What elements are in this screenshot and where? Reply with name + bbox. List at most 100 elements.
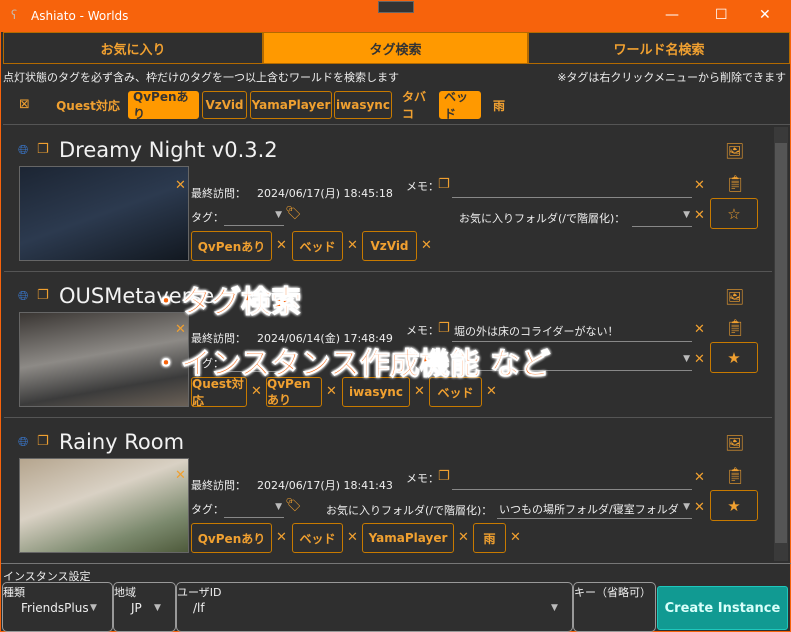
gallery-icon[interactable]: 🖼︎	[725, 142, 744, 160]
user-id-select[interactable]: ユーザID /lf ▼	[176, 582, 573, 632]
world-card: 🌐︎ ❐ Rainy Room ✕ 最終訪問： 2024/06/17(月) 18…	[4, 418, 772, 564]
clear-folder-icon[interactable]: ✕	[694, 352, 705, 367]
divider	[1, 563, 791, 564]
tab-world-name-search[interactable]: ワールド名検索	[528, 32, 790, 64]
remove-thumbnail-icon[interactable]: ✕	[175, 178, 186, 193]
copy-memo-icon[interactable]: ❐	[438, 469, 450, 484]
remove-tag-icon[interactable]: ✕	[326, 384, 337, 399]
remove-tag-icon[interactable]: ✕	[510, 530, 521, 545]
window-title: Ashiato - Worlds	[31, 9, 129, 23]
filter-tag[interactable]: VzVid	[202, 91, 247, 119]
favorite-button[interactable]: ☆	[710, 198, 758, 229]
close-button[interactable]: ✕	[759, 7, 771, 23]
remove-tag-icon[interactable]: ✕	[276, 238, 287, 253]
world-name: Rainy Room	[59, 430, 185, 454]
clear-folder-icon[interactable]: ✕	[694, 500, 705, 515]
scrollbar-thumb[interactable]	[775, 143, 787, 543]
filter-tag[interactable]: ベッド	[439, 90, 481, 121]
last-visit-value: 2024/06/17(月) 18:45:18	[257, 187, 393, 200]
world-thumbnail[interactable]	[19, 458, 189, 553]
fav-folder-dropdown[interactable]: ▼	[632, 206, 692, 227]
paste-icon[interactable]: 📋︎	[725, 318, 745, 337]
last-visit-value: 2024/06/17(月) 18:41:43	[257, 479, 393, 492]
filter-tag[interactable]: 雨	[485, 91, 513, 119]
world-thumbnail[interactable]	[19, 166, 189, 261]
globe-icon[interactable]: 🌐︎	[18, 143, 28, 158]
divider	[3, 124, 790, 125]
overlay-caption: ・インスタンス作成機能 など	[150, 347, 551, 383]
tag-dropdown[interactable]: ▼	[224, 206, 284, 226]
memo-label: メモ：	[406, 472, 439, 485]
filter-tag[interactable]: タバコ	[397, 90, 439, 121]
search-hint: 点灯状態のタグを必ず含み、枠だけのタグを一つ以上含むワールドを検索します	[3, 71, 399, 84]
app-icon: ʕ	[11, 8, 18, 22]
globe-icon[interactable]: 🌐︎	[18, 435, 28, 450]
remove-tag-icon[interactable]: ✕	[276, 530, 287, 545]
remove-tag-icon[interactable]: ✕	[347, 238, 358, 253]
remove-tag-icon[interactable]: ✕	[251, 384, 262, 399]
key-input[interactable]: キー（省略可）	[573, 582, 656, 632]
remove-tag-icon[interactable]: ✕	[421, 238, 432, 253]
scrollbar[interactable]	[774, 127, 788, 561]
overlay-caption: ・タグ検索	[151, 285, 302, 321]
world-tag[interactable]: QvPenあり	[191, 523, 272, 553]
gallery-icon[interactable]: 🖼︎	[725, 434, 744, 452]
paste-icon[interactable]: 📋︎	[725, 174, 745, 193]
copy-icon[interactable]: ❐	[37, 434, 49, 449]
copy-memo-icon[interactable]: ❐	[438, 177, 450, 192]
memo-label: メモ：	[406, 324, 439, 337]
world-tag[interactable]: 雨	[473, 523, 506, 553]
globe-icon[interactable]: 🌐︎	[18, 289, 28, 304]
world-tag[interactable]: ベッド	[292, 523, 343, 553]
instance-type-select[interactable]: 種類 FriendsPlus ▼	[2, 582, 113, 632]
favorite-button[interactable]: ★	[710, 342, 758, 373]
filter-tag[interactable]: Quest対応	[51, 91, 125, 119]
remove-thumbnail-icon[interactable]: ✕	[175, 468, 186, 483]
filter-tag[interactable]: iwasync	[334, 91, 392, 119]
clear-filter-icon[interactable]: ⊠	[19, 97, 30, 112]
add-tag-icon[interactable]: 🏷︎	[285, 206, 302, 221]
world-card: 🌐︎ ❐ Dreamy Night v0.3.2 ✕ 最終訪問： 2024/06…	[4, 126, 772, 272]
filter-tag[interactable]: YamaPlayer	[250, 91, 332, 119]
delete-hint: ※タグは右クリックメニューから削除できます	[557, 71, 786, 84]
memo-input[interactable]	[452, 468, 692, 490]
add-tag-icon[interactable]: 🏷︎	[285, 498, 302, 513]
copy-icon[interactable]: ❐	[37, 142, 49, 157]
world-tag[interactable]: QvPenあり	[191, 231, 272, 261]
world-tag[interactable]: YamaPlayer	[362, 523, 454, 553]
memo-input[interactable]	[452, 176, 692, 198]
filter-tag[interactable]: QvPenあり	[128, 90, 199, 121]
drag-handle[interactable]	[378, 1, 414, 13]
create-instance-button[interactable]: Create Instance	[657, 586, 788, 630]
world-tag[interactable]: ベッド	[292, 231, 343, 261]
clear-memo-icon[interactable]: ✕	[694, 178, 705, 193]
last-visit-label: 最終訪問：	[191, 479, 246, 492]
remove-thumbnail-icon[interactable]: ✕	[175, 322, 186, 337]
fav-folder-dropdown[interactable]: いつもの場所フォルダ/寝室フォルダ ▼	[497, 498, 692, 519]
remove-tag-icon[interactable]: ✕	[486, 384, 497, 399]
world-name: Dreamy Night v0.3.2	[59, 138, 278, 162]
clear-memo-icon[interactable]: ✕	[694, 470, 705, 485]
copy-icon[interactable]: ❐	[37, 288, 49, 303]
remove-tag-icon[interactable]: ✕	[347, 530, 358, 545]
tag-dropdown[interactable]: ▼	[224, 498, 284, 518]
memo-label: メモ：	[406, 180, 439, 193]
last-visit-label: 最終訪問：	[191, 187, 246, 200]
clear-folder-icon[interactable]: ✕	[694, 208, 705, 223]
remove-tag-icon[interactable]: ✕	[458, 530, 469, 545]
remove-tag-icon[interactable]: ✕	[414, 384, 425, 399]
copy-memo-icon[interactable]: ❐	[438, 321, 450, 336]
fav-folder-label: お気に入りフォルダ(/で階層化)：	[326, 504, 493, 517]
paste-icon[interactable]: 📋︎	[725, 466, 745, 485]
clear-memo-icon[interactable]: ✕	[694, 322, 705, 337]
gallery-icon[interactable]: 🖼︎	[725, 288, 744, 306]
tab-favorites[interactable]: お気に入り	[3, 32, 263, 64]
maximize-button[interactable]: ☐	[715, 7, 728, 23]
fav-folder-label: お気に入りフォルダ(/で階層化)：	[459, 212, 626, 225]
world-tag[interactable]: VzVid	[362, 231, 417, 261]
minimize-button[interactable]: —	[665, 7, 679, 23]
tag-label: タグ：	[191, 211, 224, 224]
tab-tag-search[interactable]: タグ検索	[263, 32, 528, 64]
favorite-button[interactable]: ★	[710, 490, 758, 521]
region-select[interactable]: 地域 JP ▼	[113, 582, 176, 632]
